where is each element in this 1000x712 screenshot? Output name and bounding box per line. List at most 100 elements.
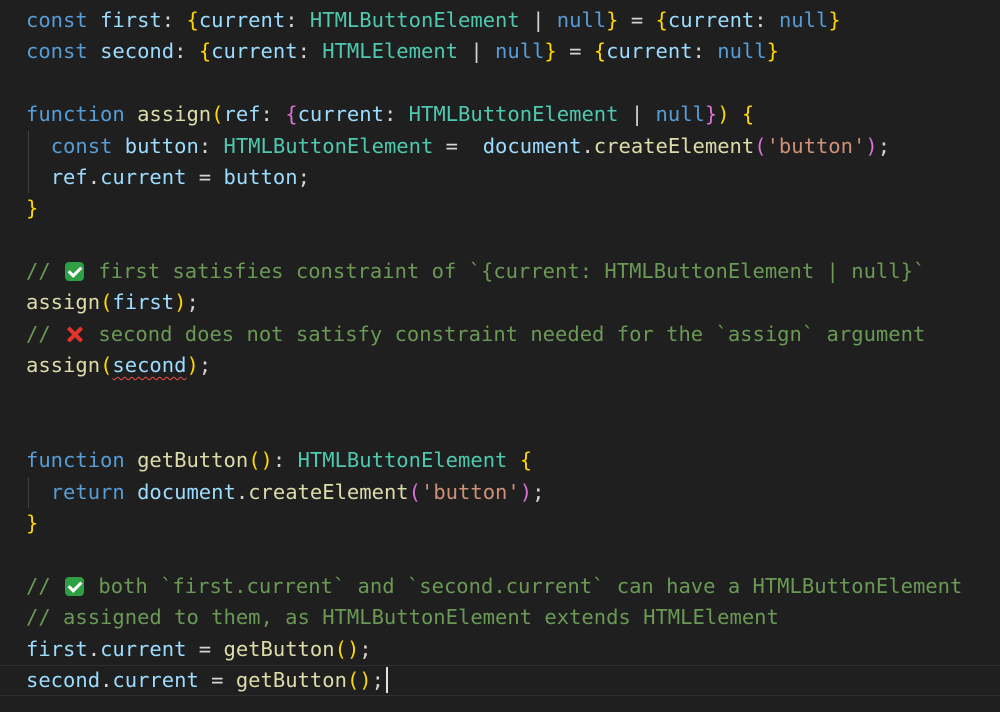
token-punct: : [161, 8, 187, 32]
token-null: null [655, 102, 705, 126]
code-line-12[interactable]: assign(second); [26, 350, 211, 381]
code-line-1[interactable]: const first: {current: HTMLButtonElement… [26, 5, 841, 36]
code-line-7[interactable]: } [26, 193, 38, 224]
code-line-20[interactable]: // assigned to them, as HTMLButtonElemen… [26, 602, 779, 633]
code-line-22[interactable]: second.current = getButton(); [26, 665, 388, 696]
token-comment: first satisfies constraint of `{current:… [86, 259, 926, 283]
token-bracket: ( [346, 668, 360, 692]
token-variable: document [137, 480, 236, 504]
token-string: 'button' [420, 480, 520, 504]
token-comment: // [26, 322, 64, 346]
token-punct: : [297, 39, 323, 63]
token-punct: : [692, 39, 718, 63]
token-function-name: getButton [137, 448, 249, 472]
token-comment: // assigned to them, as HTMLButtonElemen… [26, 605, 779, 629]
check-mark-icon [65, 577, 85, 596]
token-comment: // [26, 574, 64, 598]
token-bracket: } [828, 8, 841, 32]
token-operator: = [186, 637, 224, 661]
code-line-2[interactable]: const second: {current: HTMLElement | nu… [26, 36, 779, 67]
token-function-call: assign [26, 290, 101, 314]
token-bracket: { [285, 102, 298, 126]
token-punct: : [754, 8, 779, 32]
token-variable: first [100, 8, 162, 32]
code-line-17[interactable]: } [26, 508, 38, 539]
code-line-19[interactable]: // both `first.current` and `second.curr… [26, 571, 962, 602]
token-null: null [717, 39, 767, 63]
token-bracket: ) [359, 668, 372, 692]
cross-mark-icon [65, 325, 84, 344]
token-property: current [667, 8, 755, 32]
token-bracket: ) [174, 290, 187, 314]
token-property: current [100, 165, 187, 189]
token-punct: . [87, 637, 101, 661]
token-function-name: assign [137, 102, 212, 126]
token-null: null [778, 8, 829, 32]
token-operator: | [519, 8, 557, 32]
token-bracket: { [519, 448, 533, 472]
token-punct: ; [297, 165, 310, 189]
token-type: HTMLButtonElement [297, 448, 508, 472]
token-bracket: { [741, 102, 755, 126]
token-bracket: ( [248, 448, 261, 472]
token-punct: : [285, 8, 310, 32]
token-operator: | [458, 39, 496, 63]
token-null: null [556, 8, 607, 32]
token-function-call: getButton [235, 668, 347, 692]
token-bracket: } [26, 511, 39, 535]
token-bracket: } [26, 196, 39, 220]
token-punct: . [581, 134, 594, 158]
token-bracket: } [704, 102, 718, 126]
token-bracket: { [655, 8, 668, 32]
token-bracket: ) [186, 353, 199, 377]
code-editor[interactable]: const first: {current: HTMLButtonElement… [0, 0, 1000, 712]
token-operator: = [198, 668, 236, 692]
token-property: current [198, 8, 286, 32]
token-bracket: ( [211, 102, 224, 126]
token-function-call: assign [26, 353, 101, 377]
token-punct: ; [359, 637, 372, 661]
token-string: 'button' [766, 134, 866, 158]
token-comment: second does not satisfy constraint neede… [86, 322, 926, 346]
token-argument: first [112, 290, 175, 314]
token-punct: : [383, 102, 409, 126]
token-bracket: { [198, 39, 212, 63]
text-cursor [385, 667, 388, 693]
token-punct: ; [198, 353, 212, 377]
token-punct: . [87, 165, 101, 189]
token-property: current [297, 102, 384, 126]
token-type: HTMLButtonElement [309, 8, 520, 32]
token-bracket: ( [754, 134, 767, 158]
token-type: HTMLButtonElement [408, 102, 619, 126]
token-operator: = [618, 8, 656, 32]
token-type: HTMLElement [322, 39, 459, 63]
code-line-6[interactable]: ref.current = button; [26, 162, 310, 193]
code-line-15[interactable]: function getButton(): HTMLButtonElement … [26, 445, 532, 476]
code-line-5[interactable]: const button: HTMLButtonElement = docume… [26, 131, 890, 162]
error-squiggle-argument[interactable]: second [112, 353, 186, 377]
token-variable: second [100, 39, 175, 63]
token-bracket: ( [334, 637, 347, 661]
token-keyword: return [50, 480, 125, 504]
token-keyword: const [26, 8, 88, 32]
code-line-16[interactable]: return document.createElement('button'); [26, 477, 545, 508]
token-bracket: ( [100, 353, 113, 377]
code-line-9[interactable]: // first satisfies constraint of `{curre… [26, 256, 925, 287]
token-method: createElement [593, 134, 755, 158]
token-bracket: ) [519, 480, 533, 504]
code-line-11[interactable]: // second does not satisfy constraint ne… [26, 319, 925, 350]
token-bracket: ) [717, 102, 730, 126]
token-bracket: ) [865, 134, 878, 158]
token-keyword: function [26, 102, 125, 126]
code-line-21[interactable]: first.current = getButton(); [26, 634, 372, 665]
code-line-4[interactable]: function assign(ref: {current: HTMLButto… [26, 99, 754, 130]
token-punct: : [260, 102, 286, 126]
token-punct: ; [877, 134, 891, 158]
token-comment: both `first.current` and `second.current… [86, 574, 963, 598]
token-keyword: const [50, 134, 113, 158]
token-keyword: function [26, 448, 125, 472]
code-line-10[interactable]: assign(first); [26, 287, 199, 318]
